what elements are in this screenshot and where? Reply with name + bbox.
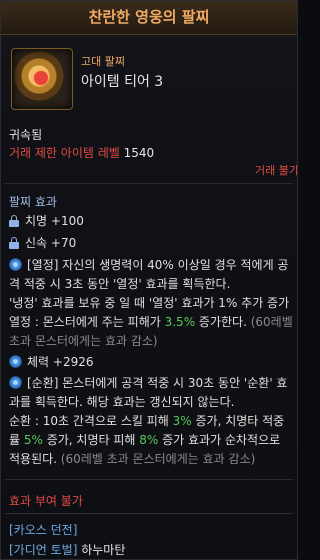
effect-passion-line2: 격 적중 시 3초 동안 '열정' 효과를 획득한다.: [9, 277, 231, 291]
divider: [5, 513, 293, 514]
effect-passion-line1: [열정] 자신의 생명력이 40% 이상일 경우 적에게 공: [9, 256, 288, 273]
effect-passion-line5: 초과 몬스터에게는 효과 감소): [9, 334, 158, 348]
stat-label: 신속 +70: [25, 236, 77, 250]
bracelet-icon: [11, 48, 73, 110]
divider: [5, 183, 293, 184]
item-name: 찬란한 영웅의 팔찌: [1, 1, 297, 35]
source-guardian: [가디언 토벌] 하누마탄: [9, 543, 126, 557]
effect-cycle-line1: [순환] 몬스터에게 공격 적중 시 30초 동안 '순환' 효: [9, 374, 287, 391]
effect-swirl-icon: [9, 355, 22, 368]
effect-cycle-line4: 률 5% 증가, 치명타 피해 8% 증가 효과가 순차적으로: [9, 433, 281, 447]
stat-swift: 신속 +70: [9, 234, 76, 251]
trade-status: 거래 불가: [255, 164, 298, 177]
stat-vitality: 체력 +2926: [9, 353, 94, 370]
effect-passion-line3: '냉정' 효과를 보유 중 일 때 '열정' 효과가 1% 추가 증가: [9, 296, 290, 310]
trade-level-label: 거래 제한 아이템 레벨: [9, 146, 120, 160]
effect-cycle-line5: 적용된다. (60레벨 초과 몬스터에게는 효과 감소): [9, 452, 256, 466]
lock-icon: [9, 215, 19, 227]
divider: [5, 479, 293, 480]
source-chaos-dungeon: [카오스 던전]: [9, 523, 78, 537]
effect-swirl-icon: [9, 376, 22, 389]
effect-cycle-line2: 과를 획득한다. 해당 효과는 갱신되지 않는다.: [9, 395, 235, 409]
stat-label: 치명 +100: [25, 214, 84, 228]
gem-icon: [34, 71, 48, 85]
bound-status: 귀속됨: [9, 128, 43, 142]
effect-unavailable: 효과 부여 불가: [9, 494, 83, 508]
stat-crit: 치명 +100: [9, 212, 84, 229]
effect-swirl-icon: [9, 258, 22, 271]
item-grade: 고대 팔찌: [81, 55, 125, 68]
trade-level-value: 1540: [123, 146, 155, 160]
effect-passion-line4: 열정 : 몬스터에게 주는 피해가 3.5% 증가한다. (60레벨: [9, 315, 293, 329]
lock-icon: [9, 237, 19, 249]
trade-level-row: 거래 제한 아이템 레벨 1540: [9, 144, 154, 161]
item-tooltip: 찬란한 영웅의 팔찌 고대 팔찌 아이템 티어 3 귀속됨 거래 제한 아이템 …: [0, 0, 298, 560]
bracelet-effect-title: 팔찌 효과: [9, 195, 57, 209]
item-tier: 아이템 티어 3: [81, 74, 164, 90]
item-header: 고대 팔찌 아이템 티어 3: [1, 35, 297, 117]
effect-cycle-line3: 순환 : 10초 간격으로 스킬 피해 3% 증가, 치명타 적중: [9, 414, 285, 428]
